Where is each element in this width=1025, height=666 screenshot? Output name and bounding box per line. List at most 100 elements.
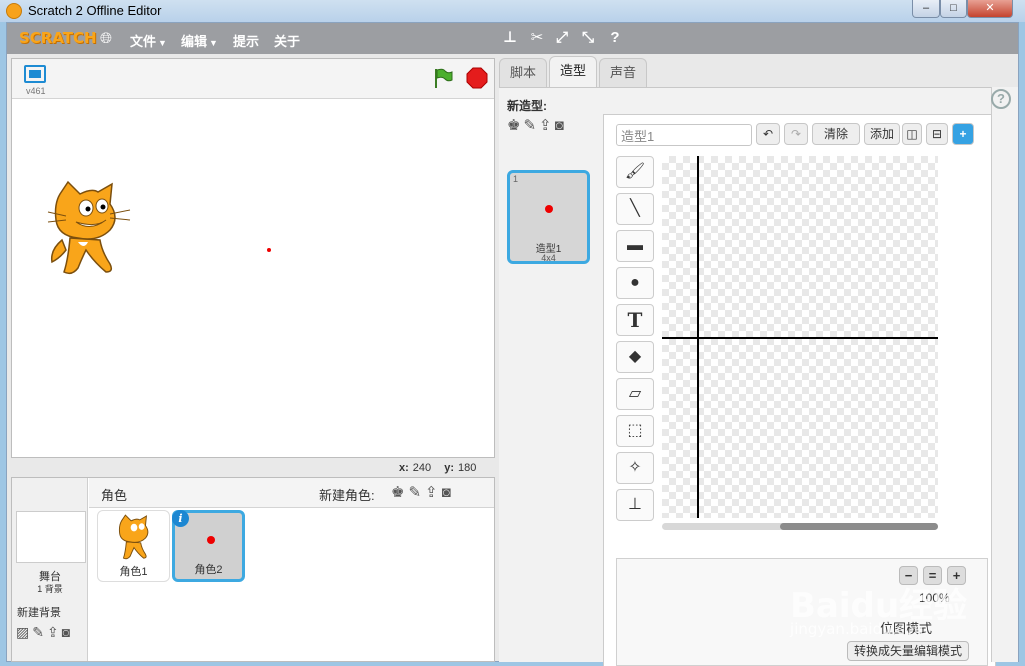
tab-costumes[interactable]: 造型	[549, 56, 598, 87]
undo-icon[interactable]: ↶	[756, 123, 780, 145]
menubar: SCRATCH 🌐︎ 文件 ▼ 编辑 ▼ 提示 关于 ⊥ ✂ ⤢ ⤡ ?	[7, 23, 1018, 54]
sprite-name: 角色2	[194, 564, 223, 576]
shrink-icon[interactable]: ⤡	[579, 29, 597, 47]
flip-horizontal-icon[interactable]: ◫	[902, 123, 922, 145]
text-icon[interactable]: T	[616, 304, 654, 336]
sprite-tile-selected[interactable]: i 角色2	[172, 510, 245, 582]
menu-edit[interactable]: 编辑 ▼	[181, 31, 218, 50]
costume-index: 1	[513, 174, 519, 184]
center-axis-horizontal	[662, 337, 938, 339]
magic-wand-icon[interactable]: ✧	[616, 452, 654, 484]
upload-icon[interactable]: ⇪	[539, 117, 555, 134]
green-flag-icon[interactable]	[432, 67, 454, 89]
redo-icon[interactable]: ↷	[784, 123, 808, 145]
scratch-logo[interactable]: SCRATCH	[15, 28, 101, 49]
costume-library-icon[interactable]: ♚	[507, 117, 523, 134]
new-sprite-tools: ♚✎⇪◙	[391, 483, 455, 501]
fill-bucket-icon[interactable]: ◆	[616, 341, 654, 373]
grow-icon[interactable]: ⤢	[553, 29, 571, 47]
x-value: 240	[412, 462, 432, 474]
camera-icon[interactable]: ◙	[62, 624, 73, 640]
y-label: y:	[444, 462, 454, 474]
costumes-panel: 新造型: ♚✎⇪◙ 1 造型1 4x4 ↶ ↷ 清除 添加 ◫ ⊟ + 🖌︎ ╲	[499, 87, 1018, 666]
scratch-cat-icon	[6, 3, 22, 19]
scrollbar-thumb[interactable]	[780, 523, 938, 530]
paint-brush-icon[interactable]: ✎	[408, 484, 425, 501]
set-center-icon[interactable]: +	[952, 123, 974, 145]
sprite-library-icon[interactable]: ♚	[391, 484, 408, 501]
stage-thumbnail[interactable]	[16, 511, 86, 563]
red-dot-thumbnail	[207, 536, 215, 544]
clear-button[interactable]: 清除	[812, 123, 860, 145]
costume-list: 新造型: ♚✎⇪◙ 1 造型1 4x4	[499, 88, 601, 663]
line-icon[interactable]: ╲	[616, 193, 654, 225]
baidu-watermark-url: jingyan.baidu.com	[790, 620, 929, 638]
cut-scissors-icon[interactable]: ✂	[528, 29, 546, 47]
stage-backdrop-count: 1 背景	[37, 584, 63, 594]
menu-tips[interactable]: 提示	[233, 31, 259, 50]
chevron-down-icon: ▼	[158, 38, 167, 48]
red-dot-sprite[interactable]	[267, 248, 271, 252]
sprite-section-title: 角色	[101, 488, 128, 503]
ellipse-icon[interactable]: ●	[616, 267, 654, 299]
sprite-tile[interactable]: 角色1	[97, 510, 170, 582]
paint-canvas[interactable]	[662, 156, 938, 518]
sprite-pane: 舞台 1 背景 新建背景 ▨✎⇪◙ 角色 新建角色: ♚✎⇪◙ 角色1 i 角色…	[11, 477, 495, 662]
duplicate-stamp-icon[interactable]: ⊥	[501, 29, 519, 47]
select-icon[interactable]: ⬚	[616, 415, 654, 447]
sprite-header: 角色 新建角色: ♚✎⇪◙	[89, 478, 494, 508]
help-strip	[991, 87, 1018, 662]
paint-brush-icon[interactable]: ✎	[523, 117, 539, 134]
convert-to-vector-button[interactable]: 转换成矢量编辑模式	[847, 641, 970, 661]
globe-icon[interactable]: 🌐︎	[100, 30, 112, 47]
camera-icon[interactable]: ◙	[555, 117, 567, 134]
window-titlebar: Scratch 2 Offline Editor – □ ✕	[0, 0, 1025, 22]
brush-icon[interactable]: 🖌︎	[616, 156, 654, 188]
stop-sign-icon[interactable]	[466, 67, 488, 89]
costume-name-input[interactable]	[616, 124, 752, 146]
help-icon[interactable]: ?	[991, 89, 1011, 109]
close-button[interactable]: ✕	[967, 0, 1013, 18]
help-block-icon[interactable]: ?	[606, 29, 624, 47]
menu-file[interactable]: 文件 ▼	[130, 31, 167, 50]
red-dot-thumbnail	[545, 205, 553, 213]
costume-size: 4x4	[541, 253, 556, 263]
tab-scripts[interactable]: 脚本	[499, 58, 548, 87]
tab-sounds[interactable]: 声音	[599, 58, 648, 87]
new-sprite-label: 新建角色:	[319, 488, 375, 503]
eraser-icon[interactable]: ▱	[616, 378, 654, 410]
x-label: x:	[399, 462, 409, 474]
scratch-cat-sprite[interactable]	[40, 180, 132, 284]
stage-header: v461	[12, 59, 494, 99]
stage-panel: v461	[11, 58, 495, 458]
new-backdrop-label: 新建背景	[17, 607, 61, 619]
canvas-horizontal-scrollbar[interactable]	[662, 523, 938, 530]
add-button[interactable]: 添加	[864, 123, 900, 145]
presentation-mode-button[interactable]	[24, 65, 46, 83]
upload-icon[interactable]: ⇪	[425, 484, 442, 501]
info-icon[interactable]: i	[172, 510, 189, 527]
image-library-icon[interactable]: ▨	[16, 624, 32, 640]
paint-brush-icon[interactable]: ✎	[32, 624, 47, 640]
maximize-button[interactable]: □	[940, 0, 967, 18]
chevron-down-icon: ▼	[209, 38, 218, 48]
flip-vertical-icon[interactable]: ⊟	[926, 123, 948, 145]
menu-edit-label: 编辑	[181, 34, 208, 49]
upload-icon[interactable]: ⇪	[47, 624, 62, 640]
stage-column: 舞台 1 背景 新建背景 ▨✎⇪◙	[12, 478, 88, 661]
menu-file-label: 文件	[130, 34, 157, 49]
costume-tile[interactable]: 1 造型1 4x4	[507, 170, 590, 264]
sprite-name: 角色1	[119, 566, 148, 578]
mouse-coordinates: x: 240 y: 180	[399, 462, 486, 474]
camera-icon[interactable]: ◙	[442, 484, 455, 501]
stamp-icon[interactable]: ⊥	[616, 489, 654, 521]
rectangle-icon[interactable]: ▬	[616, 230, 654, 262]
new-costume-label: 新造型:	[507, 99, 547, 113]
y-value: 180	[457, 462, 477, 474]
minimize-button[interactable]: –	[912, 0, 940, 18]
new-costume-tools: ♚✎⇪◙	[507, 116, 567, 134]
menu-about[interactable]: 关于	[274, 31, 300, 50]
new-backdrop-tools: ▨✎⇪◙	[16, 624, 73, 641]
scratch-cat-thumbnail	[118, 514, 149, 560]
stage-canvas[interactable]	[12, 100, 494, 457]
